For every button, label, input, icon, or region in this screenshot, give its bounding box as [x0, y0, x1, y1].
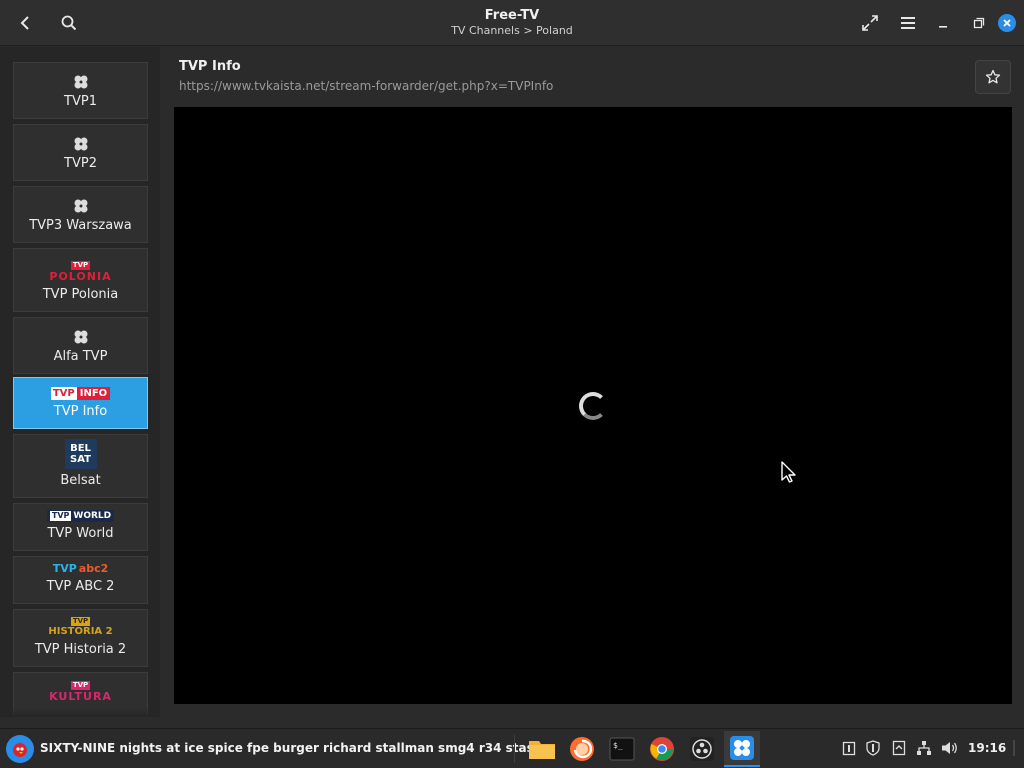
belsat-logo: BEL SAT — [64, 439, 97, 469]
logo-text: KULTURA — [49, 690, 112, 703]
close-button[interactable] — [998, 14, 1016, 32]
channel-item-tvp3-warszawa[interactable]: TVP3 Warszawa — [13, 186, 148, 243]
active-window-title[interactable]: SIXTY-NINE nights at ice spice fpe burge… — [40, 741, 542, 755]
chrome-icon[interactable] — [644, 731, 680, 767]
tvp-kultura-logo: TVP KULTURA — [49, 681, 112, 703]
channel-item-tvp-historia-2[interactable]: TVP HISTORIA 2 TVP Historia 2 — [13, 609, 148, 667]
angry-bird-icon[interactable] — [6, 735, 34, 763]
channel-label: Belsat — [60, 473, 101, 488]
channel-item-belsat[interactable]: BEL SAT Belsat — [13, 434, 148, 498]
show-desktop-button[interactable] — [1010, 739, 1018, 757]
freetv-icon[interactable] — [724, 731, 760, 767]
volume-icon[interactable] — [941, 739, 959, 757]
taskbar: SIXTY-NINE nights at ice spice fpe burge… — [0, 728, 1024, 768]
channel-item-tvp-world[interactable]: TVP WORLD TVP World — [13, 503, 148, 551]
minimize-icon — [939, 26, 947, 28]
network-icon[interactable] — [915, 739, 933, 757]
menu-button[interactable] — [893, 8, 923, 38]
firefox-icon[interactable] — [564, 731, 600, 767]
channel-item-tvp-polonia[interactable]: TVP POLONIA TVP Polonia — [13, 248, 148, 312]
close-icon — [1003, 19, 1011, 27]
fan-icon — [73, 198, 89, 214]
logo-text: abc2 — [78, 562, 109, 575]
clipboard-icon[interactable] — [840, 739, 858, 757]
tvp-abc2-logo: TVP abc2 — [53, 562, 109, 575]
maximize-button[interactable] — [964, 8, 994, 38]
fan-icon — [73, 329, 89, 345]
shield-icon[interactable] — [864, 739, 882, 757]
restore-icon — [973, 17, 985, 29]
channel-label: TVP3 Warszawa — [29, 218, 132, 233]
tvp-polonia-logo: TVP POLONIA — [49, 261, 111, 283]
header-bar: Free-TV TV Channels > Poland — [0, 0, 1024, 46]
channel-label: TVP ABC 2 — [46, 579, 115, 594]
terminal-icon[interactable]: $_ — [604, 731, 640, 767]
star-icon — [985, 69, 1001, 84]
tvp-historia2-logo: TVP HISTORIA 2 — [48, 617, 113, 638]
channel-item-tvp2[interactable]: TVP2 — [13, 124, 148, 181]
scroll-fade — [0, 707, 160, 717]
fullscreen-button[interactable] — [855, 8, 885, 38]
channel-item-alfa-tvp[interactable]: Alfa TVP — [13, 317, 148, 374]
logo-text: BEL — [70, 443, 91, 454]
video-player[interactable] — [174, 107, 1012, 704]
fan-icon — [73, 74, 89, 90]
logo-text: INFO — [76, 387, 111, 400]
updates-icon[interactable] — [890, 739, 908, 757]
logo-text: TVP — [70, 681, 91, 690]
show-desktop-icon — [1013, 740, 1015, 756]
channel-label: TVP Info — [53, 404, 108, 419]
loading-spinner-icon — [579, 392, 607, 420]
logo-text: SAT — [70, 454, 91, 465]
obs-icon[interactable] — [684, 731, 720, 767]
fan-icon — [73, 136, 89, 152]
tvp-info-logo: TVP INFO — [50, 387, 111, 400]
channel-label: TVP Polonia — [42, 287, 119, 302]
favorite-button[interactable] — [975, 60, 1011, 94]
channel-item-tvp-info[interactable]: TVP INFO TVP Info — [13, 377, 148, 429]
stream-title: TVP Info — [179, 59, 241, 74]
svg-text:$_: $_ — [613, 741, 623, 750]
expand-icon — [862, 15, 878, 31]
channel-label: TVP World — [47, 526, 114, 541]
logo-text: HISTORIA 2 — [48, 626, 113, 637]
stream-url: https://www.tvkaista.net/stream-forwarde… — [179, 79, 554, 93]
mouse-cursor-icon — [781, 461, 796, 483]
channel-label: TVP Historia 2 — [34, 642, 127, 657]
folder-icon[interactable] — [524, 731, 560, 767]
channel-label: TVP1 — [64, 94, 97, 109]
channel-item-tvp-abc-2[interactable]: TVP abc2 TVP ABC 2 — [13, 556, 148, 604]
channel-list[interactable]: TVP1 TVP2 TVP3 Warszawa TVP POLONIA TVP … — [0, 47, 160, 717]
logo-text: TVP — [70, 261, 91, 270]
tvp-world-logo: TVP WORLD — [46, 510, 115, 522]
logo-text: TVP — [50, 387, 77, 400]
logo-text: TVP — [52, 562, 77, 575]
logo-text: WORLD — [73, 511, 112, 521]
hamburger-icon — [901, 17, 915, 29]
minimize-button[interactable] — [928, 8, 958, 38]
taskbar-separator — [514, 735, 515, 763]
logo-text: POLONIA — [49, 270, 112, 283]
logo-text: TVP — [70, 617, 91, 626]
clock[interactable]: 19:16 — [968, 741, 1006, 755]
channel-item-tvp1[interactable]: TVP1 — [13, 62, 148, 119]
channel-label: Alfa TVP — [53, 349, 108, 364]
logo-text: TVP — [49, 511, 72, 521]
channel-label: TVP2 — [64, 156, 97, 171]
